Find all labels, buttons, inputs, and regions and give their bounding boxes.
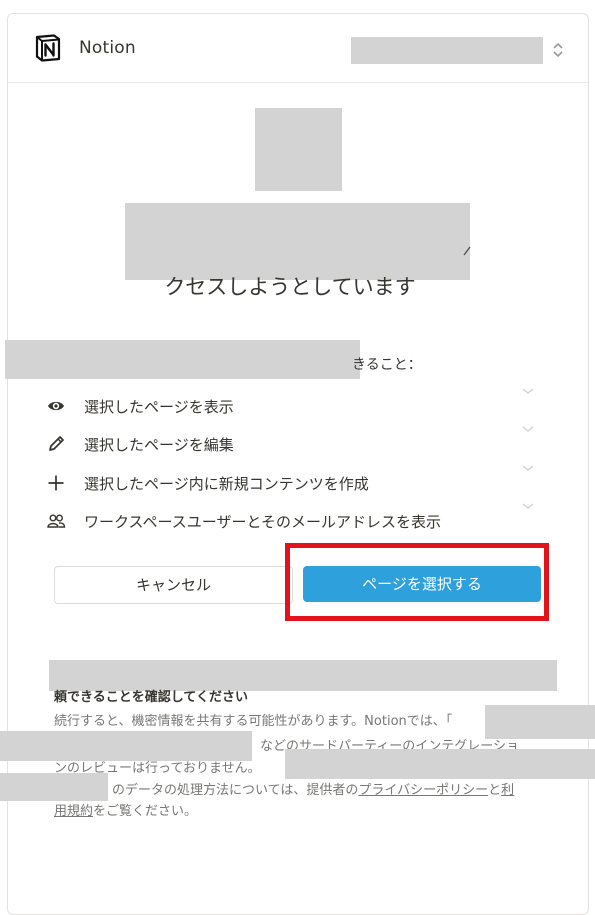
chevron-down-icon[interactable] [521, 386, 535, 396]
redacted-integration-name [485, 705, 595, 739]
terms-link[interactable]: 利 [501, 783, 514, 798]
title-glyph-fragment [463, 246, 471, 256]
notice-title: 頼できることを確認してください [54, 690, 248, 705]
users-icon [47, 514, 66, 528]
permission-item: 選択したページ内に新規コンテンツを作成 [46, 465, 546, 499]
notice-text: のデータの処理方法については、提供者の [112, 783, 359, 798]
notice-line: 続行すると、機密情報を共有する可能性があります。Notionでは、「 [54, 714, 453, 729]
brand-name: Notion [79, 38, 136, 58]
highlight-annotation-box [285, 543, 549, 621]
request-title: クセスしようとしています [164, 275, 416, 299]
permission-label: 選択したページ内に新規コンテンツを作成 [84, 475, 369, 493]
cancel-button[interactable]: キャンセル [54, 566, 293, 604]
permission-label: 選択したページを編集 [84, 436, 234, 454]
terms-link[interactable]: 用規約 [54, 804, 93, 819]
plus-icon [48, 475, 64, 491]
notion-logo-icon [35, 34, 61, 62]
notice-line: 用規約をご覧ください。 [54, 800, 197, 819]
notice-text: と [488, 783, 502, 798]
redacted-workspace-name [351, 37, 543, 64]
pencil-icon [49, 436, 64, 451]
card-header: Notion [8, 14, 588, 83]
redacted-title-line1 [125, 203, 470, 280]
permission-item: 選択したページを表示 [46, 388, 546, 422]
chevron-down-icon[interactable] [521, 501, 535, 511]
eye-icon [48, 401, 64, 411]
notice-text: をご覧ください。 [93, 804, 198, 819]
permission-item: ワークスペースユーザーとそのメールアドレスを表示 [46, 503, 546, 537]
capabilities-heading-suffix: きること： [352, 357, 422, 373]
notice-line: のデータの処理方法については、提供者のプライバシーポリシーと利 [112, 779, 514, 798]
redacted-notice-text [0, 773, 108, 801]
redacted-integration-icon [255, 108, 342, 191]
chevron-down-icon[interactable] [521, 424, 535, 434]
permission-label: ワークスペースユーザーとそのメールアドレスを表示 [84, 513, 442, 531]
redacted-capabilities-heading [5, 340, 360, 379]
permission-label: 選択したページを表示 [84, 398, 234, 416]
workspace-selector[interactable] [351, 37, 564, 64]
chevron-down-icon[interactable] [521, 463, 535, 473]
permission-item: 選択したページを編集 [46, 426, 546, 460]
chevron-updown-icon [553, 42, 563, 58]
redacted-notice-text [285, 749, 595, 779]
privacy-policy-link[interactable]: プライバシーポリシー [358, 783, 488, 798]
